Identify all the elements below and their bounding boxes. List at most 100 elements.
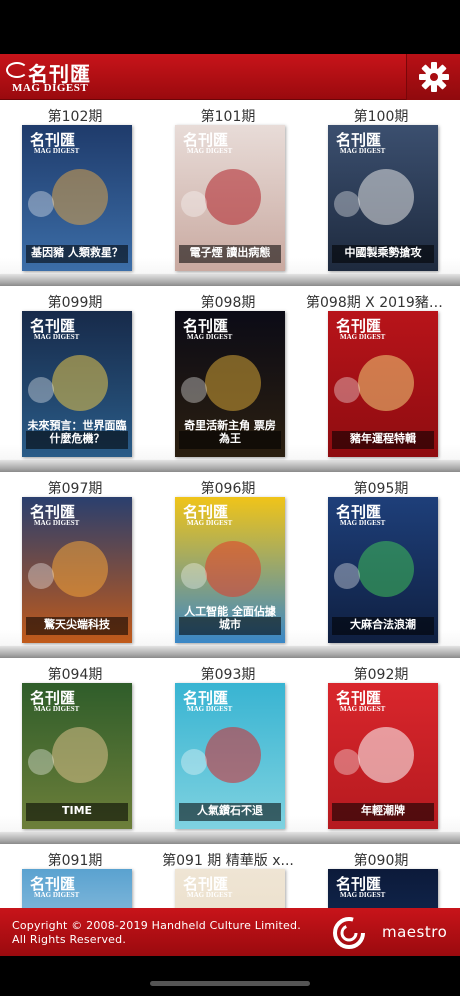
- magazine-cover[interactable]: 名刊匯 MAG DIGEST 中國製乘勢搶攻: [328, 125, 438, 271]
- magazine-item[interactable]: 第094期 名刊匯 MAG DIGEST TIME: [0, 662, 150, 830]
- magazine-cover[interactable]: 名刊匯 MAG DIGEST TIME: [22, 683, 132, 829]
- cover-logo-en: MAG DIGEST: [34, 891, 80, 899]
- cover-image: [205, 541, 261, 597]
- cover-headline: 大麻合法浪潮: [350, 618, 416, 631]
- app-header: 名刊匯 MAG DIGEST: [0, 54, 460, 100]
- shelf-ledge: [0, 274, 460, 286]
- magazine-item[interactable]: 第098期 X 2019豬年運程 名刊匯 MAG DIGEST 豬年運程特輯: [306, 290, 456, 458]
- cover-image: [358, 727, 414, 783]
- cover-headline: TIME: [61, 804, 93, 817]
- issue-label: 第091 期 精華版 x...: [162, 853, 294, 869]
- home-indicator-area: [0, 956, 460, 996]
- shelf-ledge: [0, 832, 460, 844]
- magazine-cover[interactable]: 名刊匯 MAG DIGEST 大麻合法浪潮: [328, 497, 438, 643]
- cover-image: [181, 377, 207, 403]
- cover-headline: 豬年運程特輯: [350, 432, 416, 445]
- cover-headline: 中國製乘勢搶攻: [344, 246, 422, 259]
- copyright-line-1: Copyright © 2008-2019 Handheld Culture L…: [12, 919, 301, 932]
- magazine-cover[interactable]: 名刊匯 MAG DIGEST 基因豬 人類救星？: [22, 125, 132, 271]
- magazine-shelf: 第102期名刊匯 MAG DIGEST 基因豬 人類救星？ 第101期名刊匯 MAG D…: [0, 100, 460, 908]
- home-indicator[interactable]: [150, 981, 310, 986]
- cover-image: [334, 563, 360, 589]
- cover-image: [52, 727, 108, 783]
- cover-logo-en: MAG DIGEST: [340, 705, 386, 713]
- cover-logo-en: MAG DIGEST: [340, 891, 386, 899]
- magazine-cover[interactable]: 名刊匯 MAG DIGEST 奇里活新主角 票房為王: [175, 311, 285, 457]
- magazine-item[interactable]: 第101期 名刊匯 MAG DIGEST 電子煙 讀出病態: [153, 104, 303, 272]
- issue-label: 第099期: [47, 295, 103, 311]
- cover-headline: 未來預言：世界面臨什麼危機？: [27, 419, 127, 445]
- magazine-cover[interactable]: 名刊匯 MAG DIGEST: [175, 869, 285, 908]
- cover-logo-en: MAG DIGEST: [34, 147, 80, 155]
- cover-headline: 奇里活新主角 票房為王: [184, 419, 276, 445]
- magazine-item[interactable]: 第091 期 精華版 x... 名刊匯 MAG DIGEST: [153, 848, 303, 908]
- cover-headline: 基因豬 人類救星？: [31, 246, 123, 259]
- magazine-cover[interactable]: 名刊匯 MAG DIGEST 年輕潮牌: [328, 683, 438, 829]
- cover-image: [205, 727, 261, 783]
- magazine-item[interactable]: 第095期 名刊匯 MAG DIGEST 大麻合法浪潮: [306, 476, 456, 644]
- issue-label: 第100期: [353, 109, 409, 125]
- cover-headline: 電子煙 讀出病態: [189, 246, 271, 259]
- magazine-cover[interactable]: 名刊匯 MAG DIGEST 未來預言：世界面臨什麼危機？: [22, 311, 132, 457]
- magazine-item[interactable]: 第096期 名刊匯 MAG DIGEST 人工智能 全面佔據城市: [153, 476, 303, 644]
- cover-headline: 驚天尖端科技: [44, 618, 110, 631]
- magazine-item[interactable]: 第099期 名刊匯 MAG DIGEST 未來預言：世界面臨什麼危機？: [0, 290, 150, 458]
- cover-headline: 人氣鑽石不退: [197, 804, 263, 817]
- issue-label: 第098期: [200, 295, 256, 311]
- issue-label: 第096期: [200, 481, 256, 497]
- issue-label: 第101期: [200, 109, 256, 125]
- cover-image: [52, 541, 108, 597]
- magazine-item[interactable]: 第091期 名刊匯 MAG DIGEST: [0, 848, 150, 908]
- issue-label: 第102期: [47, 109, 103, 125]
- cover-image: [28, 749, 54, 775]
- magazine-cover[interactable]: 名刊匯 MAG DIGEST 人氣鑽石不退: [175, 683, 285, 829]
- magazine-item[interactable]: 第097期 名刊匯 MAG DIGEST 驚天尖端科技: [0, 476, 150, 644]
- magazine-item[interactable]: 第102期 名刊匯 MAG DIGEST 基因豬 人類救星？: [0, 104, 150, 272]
- cover-headline: 年輕潮牌: [361, 804, 405, 817]
- cover-logo-en: MAG DIGEST: [187, 891, 233, 899]
- cover-image: [334, 377, 360, 403]
- status-bar: [0, 0, 460, 54]
- cover-image: [205, 355, 261, 411]
- magazine-cover[interactable]: 名刊匯 MAG DIGEST 豬年運程特輯: [328, 311, 438, 457]
- cover-headline: 人工智能 全面佔據城市: [184, 605, 276, 631]
- cover-image: [334, 191, 360, 217]
- issue-label: 第090期: [353, 853, 409, 869]
- logo-english-text: MAG DIGEST: [12, 82, 89, 94]
- magazine-cover[interactable]: 名刊匯 MAG DIGEST: [328, 869, 438, 908]
- cover-logo-en: MAG DIGEST: [187, 333, 233, 341]
- settings-button[interactable]: [406, 54, 460, 100]
- magazine-cover[interactable]: 名刊匯 MAG DIGEST 電子煙 讀出病態: [175, 125, 285, 271]
- magazine-item[interactable]: 第093期 名刊匯 MAG DIGEST 人氣鑽石不退: [153, 662, 303, 830]
- cover-logo-en: MAG DIGEST: [187, 519, 233, 527]
- logo-mark-icon: [6, 62, 28, 78]
- magazine-item[interactable]: 第100期 名刊匯 MAG DIGEST 中國製乘勢搶攻: [306, 104, 456, 272]
- copyright-text: Copyright © 2008-2019 Handheld Culture L…: [12, 919, 301, 947]
- magazine-item[interactable]: 第090期 名刊匯 MAG DIGEST: [306, 848, 456, 908]
- magazine-cover[interactable]: 名刊匯 MAG DIGEST 驚天尖端科技: [22, 497, 132, 643]
- magazine-cover[interactable]: 名刊匯 MAG DIGEST 人工智能 全面佔據城市: [175, 497, 285, 643]
- cover-image: [205, 169, 261, 225]
- issue-label: 第098期 X 2019豬年運程: [306, 295, 456, 311]
- issue-label: 第095期: [353, 481, 409, 497]
- issue-label: 第097期: [47, 481, 103, 497]
- cover-logo-en: MAG DIGEST: [340, 333, 386, 341]
- cover-image: [52, 169, 108, 225]
- cover-image: [28, 377, 54, 403]
- maestro-logo-icon[interactable]: [331, 916, 367, 950]
- cover-logo-en: MAG DIGEST: [187, 705, 233, 713]
- cover-logo-en: MAG DIGEST: [34, 333, 80, 341]
- cover-image: [28, 191, 54, 217]
- maestro-brand-text[interactable]: maestro: [382, 923, 447, 941]
- issue-label: 第092期: [353, 667, 409, 683]
- copyright-line-2: All Rights Reserved.: [12, 933, 127, 946]
- magazine-item[interactable]: 第092期 名刊匯 MAG DIGEST 年輕潮牌: [306, 662, 456, 830]
- cover-logo-en: MAG DIGEST: [187, 147, 233, 155]
- magazine-item[interactable]: 第098期 名刊匯 MAG DIGEST 奇里活新主角 票房為王: [153, 290, 303, 458]
- cover-image: [181, 563, 207, 589]
- issue-label: 第091期: [47, 853, 103, 869]
- cover-image: [28, 563, 54, 589]
- magazine-cover[interactable]: 名刊匯 MAG DIGEST: [22, 869, 132, 908]
- shelf-ledge: [0, 460, 460, 472]
- cover-image: [181, 749, 207, 775]
